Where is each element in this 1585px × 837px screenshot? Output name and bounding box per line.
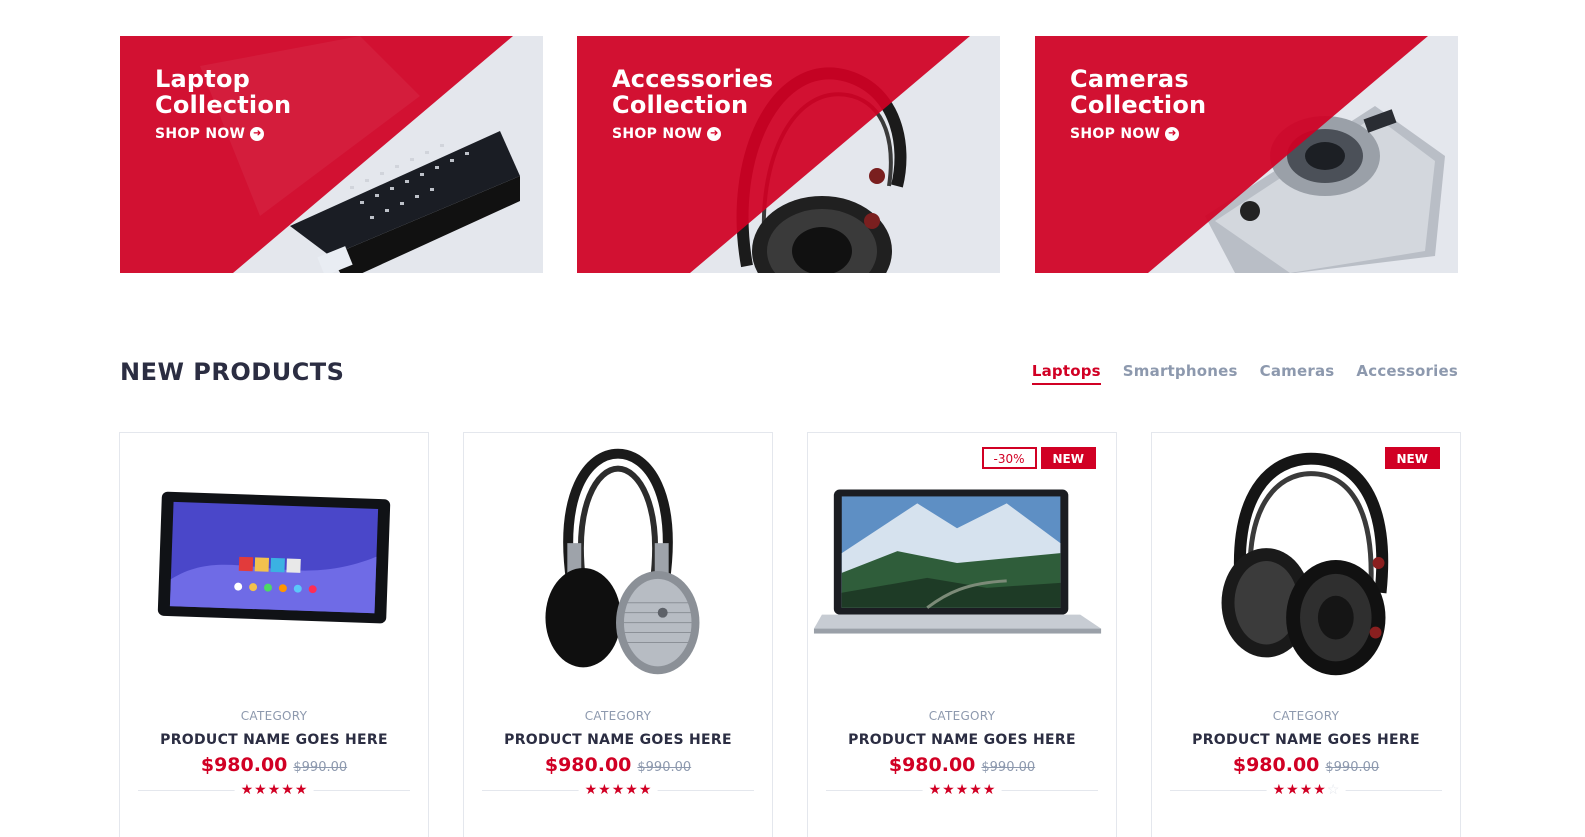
shop-now-link[interactable]: SHOP NOW ➜	[612, 126, 812, 142]
tab-cameras[interactable]: Cameras	[1260, 362, 1335, 385]
star-filled-icon: ★	[625, 781, 638, 797]
shop-now-label: SHOP NOW	[612, 126, 703, 142]
section-title: NEW PRODUCTS	[120, 358, 345, 386]
collection-title-line2: Collection	[1070, 91, 1207, 119]
collection-title-line1: Laptop	[155, 65, 251, 93]
product-rating: ★ ★ ★ ★ ★	[234, 781, 314, 797]
star-filled-icon: ★	[267, 781, 281, 797]
product-name[interactable]: PRODUCT NAME GOES HERE	[808, 732, 1116, 748]
laptop-image[interactable]	[808, 433, 1116, 693]
product-body: CATEGORY PRODUCT NAME GOES HERE $980.00 …	[120, 709, 428, 797]
product-tabs: Laptops Smartphones Cameras Accessories	[1031, 362, 1458, 385]
product-divider: ★ ★ ★ ★ ★	[826, 781, 1098, 797]
product-name[interactable]: PRODUCT NAME GOES HERE	[1152, 732, 1460, 748]
product-card[interactable]: -30% NEW CATEGORY PRODUCT NAME GOES HERE…	[807, 432, 1117, 837]
collection-accessories[interactable]: Accessories Collection SHOP NOW ➜	[577, 36, 1000, 273]
arrow-right-circle-icon: ➜	[1165, 127, 1180, 141]
star-filled-icon: ★	[1313, 781, 1326, 797]
collection-title-line2: Collection	[155, 91, 292, 119]
product-name[interactable]: PRODUCT NAME GOES HERE	[464, 732, 772, 748]
star-empty-icon: ☆	[1326, 781, 1340, 797]
tab-smartphones[interactable]: Smartphones	[1123, 362, 1238, 385]
tablet-image[interactable]	[120, 433, 428, 693]
star-filled-icon: ★	[1272, 781, 1286, 797]
star-filled-icon: ★	[611, 781, 625, 797]
star-filled-icon: ★	[254, 781, 267, 797]
collection-laptop[interactable]: Laptop Collection SHOP NOW ➜	[120, 36, 543, 273]
price-current: $980.00	[200, 754, 288, 776]
star-filled-icon: ★	[1299, 781, 1313, 797]
collection-title-line2: Collection	[612, 91, 749, 119]
collection-text: Accessories Collection SHOP NOW ➜	[612, 66, 812, 142]
sale-badge: -30%	[981, 447, 1037, 469]
product-name[interactable]: PRODUCT NAME GOES HERE	[120, 732, 428, 748]
arrow-right-circle-icon: ➜	[707, 127, 722, 141]
shop-now-label: SHOP NOW	[155, 126, 246, 142]
collection-text: Cameras Collection SHOP NOW ➜	[1070, 66, 1270, 142]
star-filled-icon: ★	[982, 781, 996, 797]
new-badge: NEW	[1040, 447, 1096, 469]
product-body: CATEGORY PRODUCT NAME GOES HERE $980.00 …	[808, 709, 1116, 797]
product-card[interactable]: NEW CATEGORY PRODUCT NAME GOES HERE $980…	[1151, 432, 1461, 837]
product-card[interactable]: CATEGORY PRODUCT NAME GOES HERE $980.00 …	[119, 432, 429, 837]
product-divider: ★ ★ ★ ★ ★	[482, 781, 754, 797]
star-filled-icon: ★	[1286, 781, 1299, 797]
collection-title-line1: Cameras	[1070, 65, 1189, 93]
price-old: $990.00	[981, 760, 1036, 775]
tab-laptops[interactable]: Laptops	[1031, 362, 1101, 385]
star-filled-icon: ★	[942, 781, 955, 797]
product-price: $980.00 $990.00	[1152, 754, 1460, 776]
arrow-right-circle-icon: ➜	[250, 127, 265, 141]
price-old: $990.00	[1325, 760, 1380, 775]
product-category[interactable]: CATEGORY	[464, 709, 772, 723]
product-body: CATEGORY PRODUCT NAME GOES HERE $980.00 …	[1152, 709, 1460, 797]
shop-now-label: SHOP NOW	[1070, 126, 1161, 142]
price-current: $980.00	[1232, 754, 1320, 776]
product-category[interactable]: CATEGORY	[808, 709, 1116, 723]
product-divider: ★ ★ ★ ★ ★	[138, 781, 410, 797]
product-price: $980.00 $990.00	[120, 754, 428, 776]
shop-now-link[interactable]: SHOP NOW ➜	[1070, 126, 1270, 142]
product-card[interactable]: CATEGORY PRODUCT NAME GOES HERE $980.00 …	[463, 432, 773, 837]
product-body: CATEGORY PRODUCT NAME GOES HERE $980.00 …	[464, 709, 772, 797]
star-filled-icon: ★	[598, 781, 611, 797]
product-price: $980.00 $990.00	[808, 754, 1116, 776]
product-labels: -30% NEW	[981, 447, 1096, 469]
star-filled-icon: ★	[584, 781, 598, 797]
headphones-image[interactable]	[1152, 433, 1460, 693]
product-category[interactable]: CATEGORY	[1152, 709, 1460, 723]
collection-title: Laptop Collection	[155, 66, 355, 118]
product-category[interactable]: CATEGORY	[120, 709, 428, 723]
product-rating: ★ ★ ★ ★ ☆	[1266, 781, 1346, 797]
collection-cameras[interactable]: Cameras Collection SHOP NOW ➜	[1035, 36, 1458, 273]
star-filled-icon: ★	[294, 781, 308, 797]
shop-now-link[interactable]: SHOP NOW ➜	[155, 126, 355, 142]
collection-title-line1: Accessories	[612, 65, 774, 93]
product-rating: ★ ★ ★ ★ ★	[578, 781, 658, 797]
star-filled-icon: ★	[955, 781, 969, 797]
tab-accessories[interactable]: Accessories	[1356, 362, 1458, 385]
collection-text: Laptop Collection SHOP NOW ➜	[155, 66, 355, 142]
product-labels: NEW	[1384, 447, 1440, 469]
collections-row: Laptop Collection SHOP NOW ➜ Accessories…	[120, 36, 1458, 273]
star-filled-icon: ★	[240, 781, 254, 797]
collection-title: Accessories Collection	[612, 66, 812, 118]
star-filled-icon: ★	[281, 781, 294, 797]
star-filled-icon: ★	[638, 781, 652, 797]
star-filled-icon: ★	[928, 781, 942, 797]
price-current: $980.00	[544, 754, 632, 776]
product-price: $980.00 $990.00	[464, 754, 772, 776]
product-divider: ★ ★ ★ ★ ☆	[1170, 781, 1442, 797]
price-old: $990.00	[293, 760, 348, 775]
price-current: $980.00	[888, 754, 976, 776]
price-old: $990.00	[637, 760, 692, 775]
new-badge: NEW	[1384, 447, 1440, 469]
products-grid: CATEGORY PRODUCT NAME GOES HERE $980.00 …	[119, 432, 1461, 837]
collection-title: Cameras Collection	[1070, 66, 1270, 118]
product-rating: ★ ★ ★ ★ ★	[922, 781, 1002, 797]
headphones-image[interactable]	[464, 433, 772, 693]
star-filled-icon: ★	[969, 781, 982, 797]
